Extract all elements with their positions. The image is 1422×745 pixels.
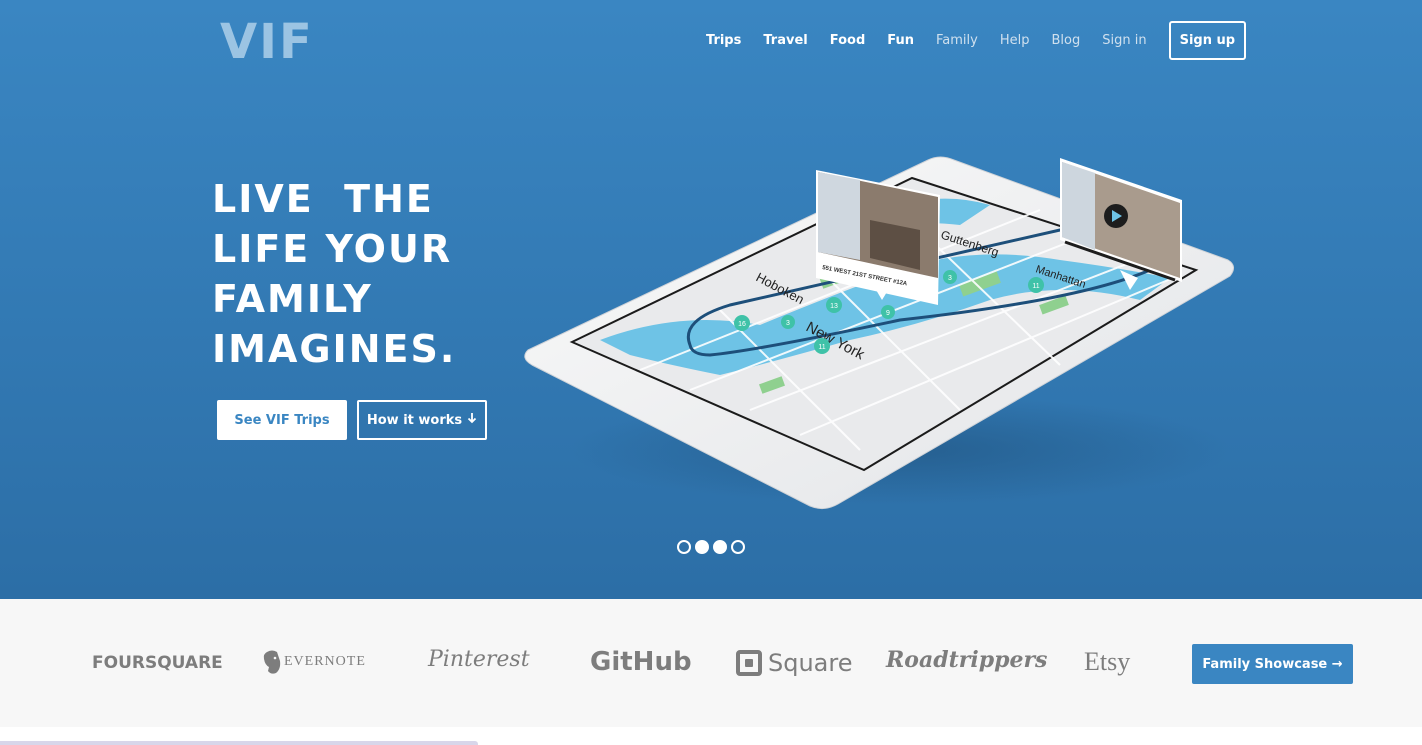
map-pin-label: 16: [738, 321, 746, 328]
headline-line: IMAGINES.: [212, 327, 457, 371]
see-vif-trips-button[interactable]: See VIF Trips: [217, 400, 347, 440]
site-logo[interactable]: VIF: [220, 14, 314, 70]
headline-line: LIVE THE: [212, 177, 434, 221]
nav-travel[interactable]: Travel: [763, 33, 807, 48]
nav-blog[interactable]: Blog: [1052, 33, 1081, 48]
evernote-wordmark: EVERNOTE: [284, 654, 366, 669]
tablet-map-illustration: Hoboken New York Guttenberg Manhattan 13…: [524, 156, 1234, 510]
nav-trips[interactable]: Trips: [706, 33, 741, 48]
map-pin-label: 13: [830, 303, 838, 310]
nav-fun[interactable]: Fun: [887, 33, 914, 48]
nav-family[interactable]: Family: [936, 33, 978, 48]
square-logo: Square: [736, 649, 853, 677]
carousel-indicators: [677, 540, 749, 554]
map-pin-label: 9: [886, 310, 890, 317]
arrow-down-icon: [467, 412, 477, 428]
how-it-works-label: How it works: [366, 412, 463, 428]
map-pin-label: 11: [1032, 283, 1039, 290]
foursquare-logo: FOURSQUARE: [92, 653, 223, 673]
partner-logos-bar: FOURSQUARE EVERNOTE Pinterest GitHub Squ…: [0, 599, 1422, 727]
map-pin-label: 3: [948, 275, 952, 282]
square-icon: [736, 650, 762, 676]
nav-food[interactable]: Food: [830, 33, 866, 48]
square-wordmark: Square: [768, 649, 853, 677]
nav-help[interactable]: Help: [1000, 33, 1030, 48]
hero-section: VIF Trips Travel Food Fun Family Help Bl…: [0, 0, 1422, 599]
headline-line: FAMILY: [212, 277, 373, 321]
pinterest-logo: Pinterest: [428, 647, 530, 672]
nav-sign-in[interactable]: Sign in: [1102, 33, 1146, 48]
etsy-logo: Etsy: [1084, 647, 1131, 676]
hero-headline: LIVE THE LIFE YOUR FAMILY IMAGINES.: [212, 174, 532, 374]
carousel-dot[interactable]: [677, 540, 691, 554]
headline-line: LIFE YOUR: [212, 227, 453, 271]
map-pin-label: 11: [818, 344, 825, 351]
github-logo: GitHub: [590, 647, 692, 677]
how-it-works-button[interactable]: How it works: [357, 400, 487, 440]
carousel-dot-active[interactable]: [713, 540, 727, 554]
sign-up-button[interactable]: Sign up: [1168, 20, 1247, 60]
carousel-dot-active[interactable]: [695, 540, 709, 554]
roadtrippers-logo: Roadtrippers: [886, 647, 1048, 673]
evernote-elephant-icon: [263, 650, 281, 674]
main-nav: Trips Travel Food Fun Family Help Blog S…: [706, 20, 1247, 60]
carousel-dot[interactable]: [731, 540, 745, 554]
family-showcase-button[interactable]: Family Showcase →: [1192, 644, 1353, 684]
map-pin-label: 3: [786, 320, 790, 327]
bottom-edge-strip: [0, 741, 478, 745]
evernote-logo: EVERNOTE: [262, 649, 366, 675]
